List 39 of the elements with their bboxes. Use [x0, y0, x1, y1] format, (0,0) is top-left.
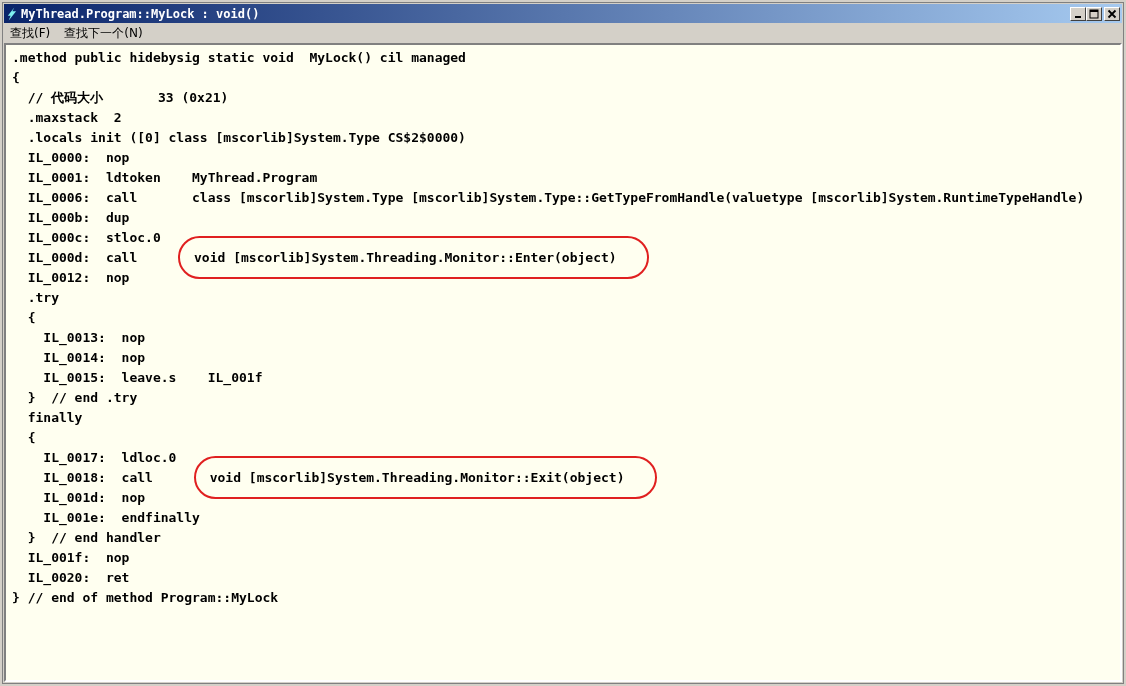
code-line: // 代码大小 33 (0x21)	[26, 90, 229, 105]
code-line: IL_0015: leave.s IL_001f	[42, 370, 263, 385]
code-line: IL_0013: nop	[42, 330, 146, 345]
code-line: IL_0001: ldtoken MyThread.Program	[26, 170, 318, 185]
code-line: .try	[26, 290, 59, 305]
minimize-icon	[1075, 15, 1081, 18]
code-line: } // end handler	[26, 530, 161, 545]
code-line: IL_0020: ret	[26, 570, 130, 585]
code-line: IL_001f: nop	[26, 550, 130, 565]
maximize-icon	[1089, 8, 1099, 19]
code-line: IL_000c: stloc.0	[26, 230, 161, 245]
code-line: {	[26, 430, 36, 445]
code-line: IL_000b: dup	[26, 210, 130, 225]
code-line: IL_000d: call	[26, 250, 139, 265]
minimize-button[interactable]	[1070, 6, 1086, 21]
circled-operand: void [mscorlib]System.Threading.Monitor::Enter(object)	[178, 236, 649, 279]
code-line: {	[26, 310, 36, 325]
code-line: IL_0017: ldloc.0	[42, 450, 177, 465]
code-line: IL_0018: call	[42, 470, 154, 485]
window-title: MyThread.Program::MyLock : void()	[21, 6, 261, 21]
code-line: IL_0006: call class [mscorlib]System.Type [mscorlib]System.Type::GetTypeFromHandle(valuetype [mscorlib]System.RuntimeTypeHandle)	[26, 190, 1085, 205]
code-line: .method public hidebysig static void MyLock() cil managed	[12, 50, 466, 65]
code-line: } // end of method Program::MyLock	[12, 590, 279, 605]
close-icon	[1107, 8, 1117, 19]
code-line: IL_0012: nop	[26, 270, 130, 285]
menu-item[interactable]: 查找下一个(N)	[64, 24, 143, 42]
code-line: IL_0014: nop	[42, 350, 146, 365]
code-line: } // end .try	[26, 390, 138, 405]
circled-operand: void [mscorlib]System.Threading.Monitor::Exit(object)	[193, 456, 657, 499]
menu-item[interactable]: 查找(F)	[10, 24, 51, 42]
code-line: IL_0000: nop	[26, 150, 130, 165]
code-line: finally	[26, 410, 83, 425]
code-line: .locals init ([0] class [mscorlib]System.Type CS$2$0000)	[26, 130, 466, 145]
code-line: IL_001e: endfinally	[42, 510, 200, 525]
code-line: .maxstack 2	[26, 110, 122, 125]
code-line: IL_001d: nop	[42, 490, 146, 505]
close-button[interactable]	[1104, 6, 1120, 21]
code-line: {	[12, 70, 20, 85]
maximize-button[interactable]	[1086, 6, 1102, 21]
